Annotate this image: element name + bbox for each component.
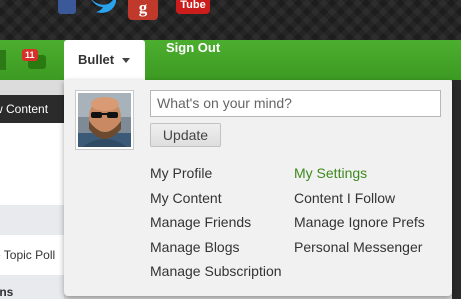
sign-out-link[interactable]: Sign Out bbox=[166, 40, 220, 80]
twitter-icon[interactable] bbox=[88, 0, 118, 16]
my-profile-link[interactable]: My Profile bbox=[150, 165, 282, 190]
update-button[interactable]: Update bbox=[150, 123, 221, 147]
youtube-icon[interactable]: Tube bbox=[176, 0, 210, 14]
my-content-link[interactable]: My Content bbox=[150, 190, 282, 215]
manage-subscription-link[interactable]: Manage Subscription bbox=[150, 263, 282, 288]
sidebar-divider bbox=[0, 205, 64, 235]
new-content-tab[interactable]: w Content bbox=[0, 95, 64, 123]
googleplus-icon[interactable]: g bbox=[128, 0, 158, 20]
avatar-image bbox=[78, 93, 131, 147]
header-strip: g Tube bbox=[0, 0, 461, 40]
content-i-follow-link[interactable]: Content I Follow bbox=[294, 190, 425, 215]
page-right-edge bbox=[452, 80, 461, 299]
sidebar-panel bbox=[0, 123, 64, 205]
caret-down-icon bbox=[122, 58, 131, 64]
nav-left-edge bbox=[0, 50, 6, 70]
main-nav-bar: 11 Bullet Sign Out bbox=[0, 40, 461, 80]
facebook-icon[interactable] bbox=[58, 0, 76, 14]
my-settings-link[interactable]: My Settings bbox=[294, 165, 425, 190]
user-dropdown-panel: What's on your mind? Update My Profile M… bbox=[64, 80, 452, 296]
manage-friends-link[interactable]: Manage Friends bbox=[150, 214, 282, 239]
user-menu-label: Bullet bbox=[78, 52, 115, 67]
status-input[interactable]: What's on your mind? bbox=[150, 90, 441, 117]
notifications-button[interactable]: 11 bbox=[22, 49, 52, 75]
manage-blogs-link[interactable]: Manage Blogs bbox=[150, 239, 282, 264]
notification-count-badge: 11 bbox=[22, 49, 38, 61]
sidebar-poll-link[interactable]: e Topic Poll bbox=[0, 235, 64, 275]
manage-ignore-prefs-link[interactable]: Manage Ignore Prefs bbox=[294, 214, 425, 239]
menu-column-right: My Settings Content I Follow Manage Igno… bbox=[294, 165, 425, 263]
menu-column-left: My Profile My Content Manage Friends Man… bbox=[150, 165, 282, 288]
sidebar-section-heading: ons bbox=[0, 275, 64, 299]
personal-messenger-link[interactable]: Personal Messenger bbox=[294, 239, 425, 264]
avatar[interactable] bbox=[75, 90, 134, 150]
user-menu-button[interactable]: Bullet bbox=[64, 40, 145, 80]
